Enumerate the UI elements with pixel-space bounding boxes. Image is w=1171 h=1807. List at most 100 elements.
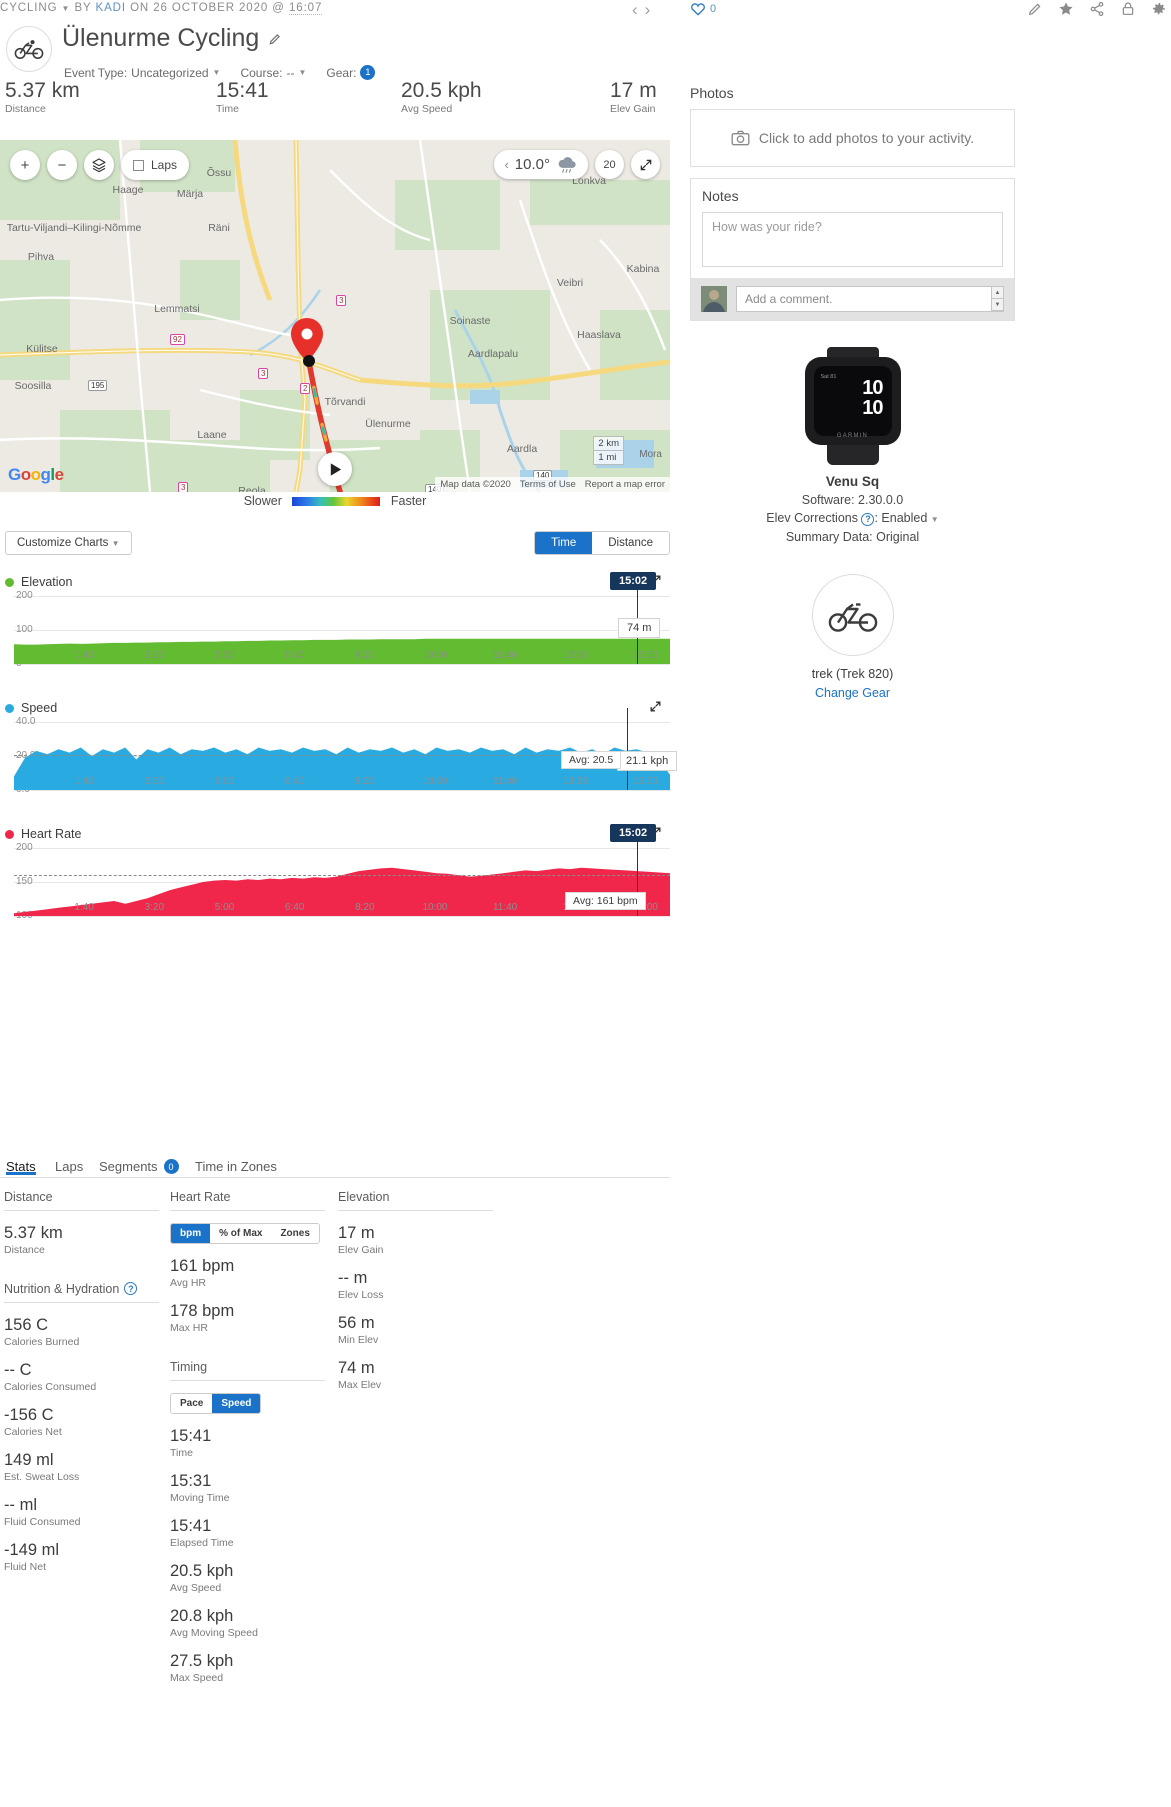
edit-title-pencil-icon[interactable] <box>268 32 282 46</box>
shield-195: 195 <box>88 380 108 391</box>
tab-time-in-zones-label: Time in Zones <box>195 1159 277 1174</box>
author-link[interactable]: KADI <box>96 2 126 14</box>
x-axis-distance-option[interactable]: Distance <box>592 532 669 554</box>
help-icon[interactable]: ? <box>124 1282 138 1296</box>
heart-icon[interactable] <box>690 1 706 17</box>
summary-time-value: 15:41 <box>216 79 269 102</box>
elevation-plot[interactable]: 01002001:403:205:006:408:2010:0011:4013:… <box>0 572 670 669</box>
activity-nav-arrows[interactable]: ‹› <box>632 0 657 20</box>
customize-charts-button[interactable]: Customize Charts ▼ <box>5 531 132 555</box>
change-gear-link[interactable]: Change Gear <box>690 686 1015 700</box>
share-icon[interactable] <box>1089 1 1105 17</box>
segmented-option[interactable]: Pace <box>171 1393 213 1413</box>
course-control[interactable]: Course: -- ▼ <box>240 66 306 80</box>
x-axis-toggle[interactable]: Time Distance <box>534 531 670 555</box>
tab-stats[interactable]: Stats <box>6 1159 36 1175</box>
map-place-label: Räni <box>208 222 230 234</box>
x-axis-time-option[interactable]: Time <box>535 532 593 554</box>
stat-item: 20.5 kph Avg Speed <box>170 1562 325 1594</box>
map-play-button[interactable] <box>318 452 352 486</box>
stat-value: -- m <box>338 1268 368 1287</box>
weather-prev-icon[interactable]: ‹ <box>504 157 508 172</box>
sport-type-label[interactable]: CYCLING <box>0 2 57 14</box>
heartrate-plot[interactable]: 1001502001:403:205:006:408:2010:0011:401… <box>0 824 670 921</box>
add-photos-cta[interactable]: Click to add photos to your activity. <box>691 110 1014 166</box>
segmented-option[interactable]: bpm <box>171 1224 211 1243</box>
laps-label: Laps <box>151 158 178 172</box>
stat-label: Avg HR <box>170 1276 206 1289</box>
tab-segments[interactable]: Segments 0 <box>99 1159 179 1174</box>
map-canvas <box>0 140 670 492</box>
map-layers-button[interactable] <box>84 150 114 180</box>
map-place-label: Haage <box>112 184 144 196</box>
gear-count-badge: 1 <box>360 65 376 80</box>
spinner-up-icon[interactable]: ▲ <box>991 287 1003 299</box>
chart-x-tick: 6:40 <box>284 776 305 787</box>
at-symbol: @ <box>272 2 285 14</box>
map-zoom-in-button[interactable]: + <box>10 150 40 180</box>
map-place-label: Reola <box>238 485 266 492</box>
speed-legend: Slower Faster <box>0 494 670 508</box>
event-type-caret-icon[interactable]: ▼ <box>213 68 221 77</box>
notes-input[interactable]: How was your ride? <box>702 212 1003 267</box>
activity-time[interactable]: 16:07 <box>288 2 323 15</box>
stats-section-title: Heart Rate <box>170 1190 231 1204</box>
prev-activity-icon[interactable]: ‹ <box>632 0 645 19</box>
lock-icon[interactable] <box>1120 1 1136 17</box>
comment-input[interactable]: Add a comment. ▲ ▼ <box>736 286 1004 312</box>
legend-slower-label: Slower <box>243 494 282 508</box>
stats-segmented-control[interactable]: bpm% of Max Zones <box>170 1223 320 1244</box>
gear-label: Gear: <box>326 65 357 80</box>
next-activity-icon[interactable]: › <box>645 0 658 19</box>
heartrate-chart[interactable]: Heart Rate 1001502001:403:205:006:408:20… <box>0 824 670 921</box>
map-expand-button[interactable] <box>631 150 660 179</box>
elev-corrections-help-icon[interactable]: ? <box>861 512 875 526</box>
elevation-chart[interactable]: Elevation 01002001:403:205:006:408:2010:… <box>0 572 670 669</box>
course-caret-icon[interactable]: ▼ <box>299 68 307 77</box>
map-zoom-out-button[interactable]: − <box>47 150 77 180</box>
map-mora-label: Mora <box>639 449 662 460</box>
map-weather-group[interactable]: ‹ 10.0° 20 <box>494 150 660 179</box>
detail-tabs[interactable]: Stats Laps Segments 0 Time in Zones <box>0 1148 670 1178</box>
speed-expand-icon[interactable] <box>649 700 662 713</box>
comment-resize-spinner[interactable]: ▲ ▼ <box>991 287 1003 311</box>
map-place-label: Aardla <box>506 443 538 455</box>
activity-map[interactable]: Õssu Haage Märja Lonkva Tartu-Viljandi–Kilin… <box>0 140 670 492</box>
stats-section-title: Elevation <box>338 1190 390 1204</box>
segmented-option[interactable]: % of Max <box>210 1224 272 1243</box>
gear-control[interactable]: Gear: 1 <box>326 65 376 80</box>
activity-name[interactable]: Ülenurme Cycling <box>62 26 259 51</box>
stat-value: 74 m <box>338 1358 375 1377</box>
stats-section-title: Distance <box>4 1190 53 1204</box>
segmented-option[interactable]: Zones <box>271 1224 319 1243</box>
map-place-label: Tartu-Viljandi–Kilingi-Nõmme <box>6 222 142 234</box>
chart-x-tick: 5:00 <box>214 650 235 661</box>
wind-indicator[interactable]: 20 <box>595 150 624 179</box>
summary-distance: 5.37 km Distance <box>5 79 80 115</box>
stat-label: Calories Burned <box>4 1335 80 1348</box>
weather-pill[interactable]: ‹ 10.0° <box>494 150 588 179</box>
laps-checkbox[interactable] <box>133 159 144 171</box>
map-attrib-report[interactable]: Report a map error <box>585 479 665 490</box>
speed-chart[interactable]: Speed 0.020.040.01:403:205:006:408:2010:… <box>0 699 678 795</box>
like-control[interactable]: 0 <box>690 1 716 17</box>
elev-corrections-caret-icon[interactable]: ▼ <box>931 515 939 524</box>
map-laps-toggle[interactable]: Laps <box>121 150 190 180</box>
tab-time-in-zones[interactable]: Time in Zones <box>195 1159 277 1174</box>
gear-icon[interactable] <box>1151 1 1167 17</box>
segmented-option[interactable]: Speed <box>212 1393 261 1413</box>
pencil-icon[interactable] <box>1027 1 1043 17</box>
sport-caret-icon[interactable]: ▼ <box>62 4 71 13</box>
speed-plot[interactable]: 0.020.040.01:403:205:006:408:2010:0011:4… <box>0 708 678 795</box>
device-image: Sat 81 10 10 GARMIN <box>804 347 901 465</box>
photos-card[interactable]: Click to add photos to your activity. <box>690 109 1015 167</box>
event-type-control[interactable]: Event Type: Uncategorized ▼ <box>64 66 220 80</box>
chart-gridline <box>14 790 670 791</box>
map-controls[interactable]: + − Laps <box>10 150 190 180</box>
star-icon[interactable] <box>1058 1 1074 17</box>
stats-segmented-control[interactable]: Pace Speed <box>170 1392 262 1414</box>
map-attrib-terms[interactable]: Terms of Use <box>520 479 576 490</box>
spinner-down-icon[interactable]: ▼ <box>991 299 1003 311</box>
tab-laps[interactable]: Laps <box>55 1159 83 1174</box>
map-scale-metric: 2 km <box>593 436 624 451</box>
